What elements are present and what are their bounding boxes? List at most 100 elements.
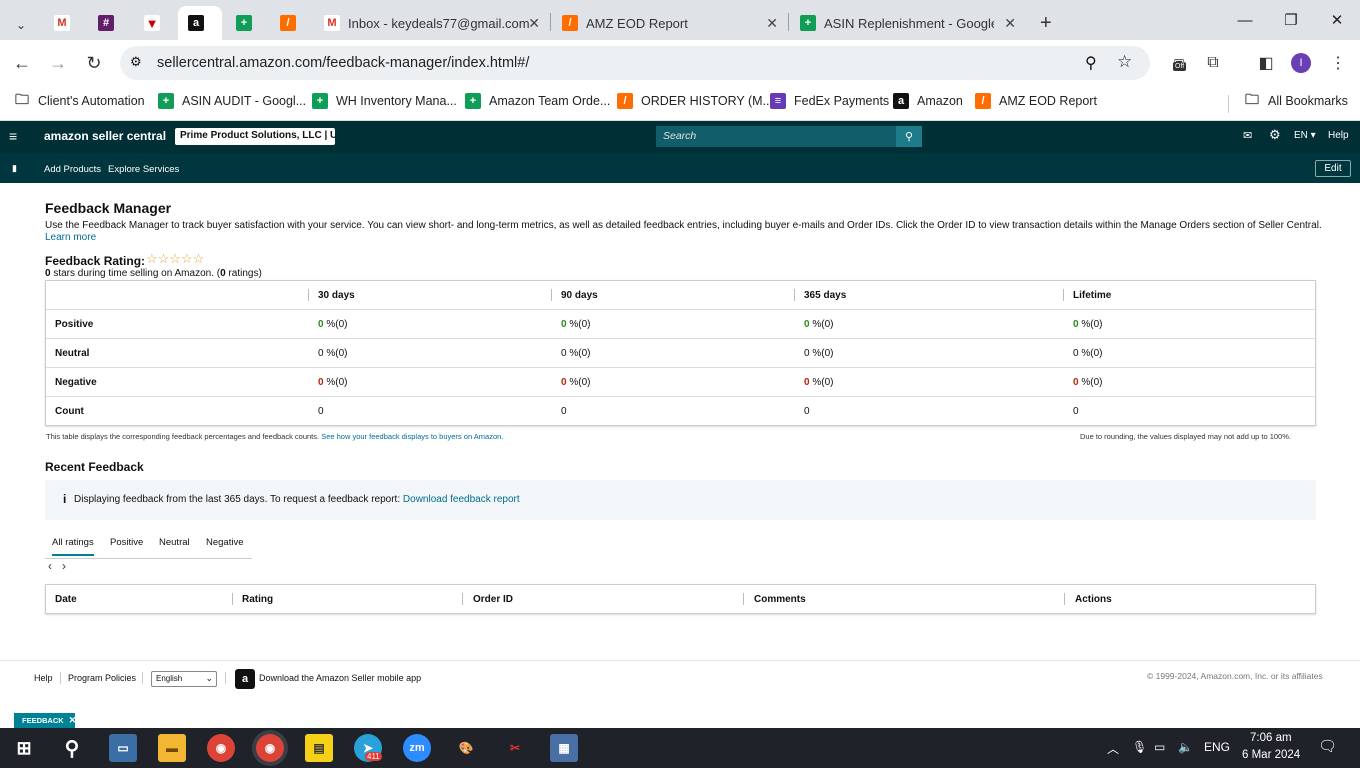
tab-pager: ‹ › — [48, 559, 66, 573]
buyer-display-link[interactable]: See how your feedback displays to buyers… — [321, 432, 503, 441]
bookmark-icon[interactable]: ▮ — [12, 163, 17, 174]
volume-icon[interactable]: 🔈 — [1178, 740, 1193, 754]
info-banner: i Displaying feedback from the last 365 … — [45, 480, 1316, 520]
close-icon[interactable]: ✕ — [69, 715, 77, 726]
table-cell: 0 — [804, 406, 810, 417]
all-bookmarks-button[interactable]: 🗀 All Bookmarks — [1244, 91, 1348, 109]
sticky-notes-icon[interactable]: ▤ — [305, 734, 333, 762]
nav-add-products[interactable]: Add Products — [44, 164, 101, 175]
bookmark-star-icon[interactable]: ☆ — [1117, 52, 1132, 72]
close-window-button[interactable]: ✕ — [1314, 0, 1360, 40]
chrome-icon[interactable]: ◉ — [207, 734, 235, 762]
notifications-icon[interactable]: 🗨 — [1318, 737, 1337, 755]
chevron-up-icon[interactable]: ︿ — [1107, 740, 1119, 757]
bookmark-order-history[interactable]: / ORDER HISTORY (M... — [617, 93, 773, 109]
tab-gmail-pinned[interactable]: M — [44, 6, 84, 40]
zoom-icon[interactable]: ⚲ — [1085, 53, 1097, 73]
seller-central-logo[interactable]: amazon seller central — [44, 129, 166, 143]
feedback-tag-button[interactable]: FEEDBACK ✕ — [14, 713, 77, 728]
site-info-icon[interactable]: ⚙ — [130, 54, 142, 70]
extensions-button[interactable]: ⧉ — [1202, 52, 1224, 74]
mobile-app-link[interactable]: Download the Amazon Seller mobile app — [259, 673, 421, 683]
back-button[interactable]: ← — [8, 49, 36, 77]
store-selector[interactable]: Prime Product Solutions, LLC | U... — [175, 128, 335, 145]
network-icon[interactable]: ▭ — [1154, 740, 1165, 754]
bookmark-fedex-payments[interactable]: ≡ FedEx Payments — [770, 93, 889, 109]
row-label: Negative — [55, 377, 97, 388]
paint-icon[interactable]: 🎨 — [452, 734, 480, 762]
new-tab-button[interactable]: + — [1030, 6, 1058, 40]
tab-amazon-active[interactable]: a — [178, 6, 222, 40]
side-panel-icon: ◧ — [1258, 55, 1274, 72]
learn-more-link[interactable]: Learn more — [45, 232, 96, 243]
zap-icon: / — [280, 15, 296, 31]
tab-search-button[interactable]: ⌄ — [6, 8, 36, 42]
search-input[interactable]: Search — [656, 126, 896, 147]
footer-help-link[interactable]: Help — [34, 673, 53, 683]
clock-date[interactable]: 6 Mar 2024 — [1242, 749, 1300, 761]
tab-app-pinned[interactable]: ▼ — [134, 6, 174, 40]
zoom-app-icon[interactable]: zm — [403, 734, 431, 762]
forward-button[interactable]: → — [44, 49, 72, 77]
nav-explore-services[interactable]: Explore Services — [108, 164, 179, 175]
extension-off-button[interactable]: ▣ Off — [1168, 52, 1190, 74]
tab-slack-pinned[interactable]: # — [88, 6, 128, 40]
address-bar[interactable]: ⚙ sellercentral.amazon.com/feedback-mana… — [120, 46, 1150, 80]
edit-nav-button[interactable]: Edit — [1315, 160, 1351, 177]
tab-amz-eod-report[interactable]: / AMZ EOD Report ✕ — [552, 6, 786, 40]
tab-neutral[interactable]: Neutral — [159, 537, 190, 548]
minimize-button[interactable]: — — [1222, 0, 1268, 40]
chrome-active-icon[interactable]: ◉ — [256, 734, 284, 762]
profile-avatar[interactable]: I — [1291, 53, 1311, 73]
tab-asin-replenishment[interactable]: + ASIN Replenishment - Google S ✕ — [790, 6, 1024, 40]
language-selector[interactable]: EN ▾ — [1294, 130, 1316, 141]
hamburger-menu-icon[interactable]: ≡ — [9, 128, 17, 144]
bookmark-asin-audit[interactable]: + ASIN AUDIT - Googl... — [158, 93, 306, 109]
tab-divider — [550, 13, 551, 31]
bookmark-wh-inventory[interactable]: + WH Inventory Mana... — [312, 93, 457, 109]
footer-language-select[interactable]: English ⌄ — [151, 671, 217, 687]
column-header: 30 days — [318, 290, 355, 301]
main-content: Feedback Manager Use the Feedback Manage… — [0, 183, 1360, 728]
windows-start-icon[interactable]: ⊞ — [10, 734, 38, 762]
file-explorer-icon[interactable]: ▬ — [158, 734, 186, 762]
desktop-app-icon[interactable]: ▭ — [109, 734, 137, 762]
footer-policies-link[interactable]: Program Policies — [68, 673, 136, 683]
tab-all-ratings[interactable]: All ratings — [52, 537, 94, 556]
tab-positive[interactable]: Positive — [110, 537, 143, 548]
close-icon[interactable]: ✕ — [1004, 15, 1016, 32]
clock-time[interactable]: 7:06 am — [1250, 732, 1292, 744]
chevron-right-icon[interactable]: › — [62, 559, 66, 573]
bookmark-amz-eod-report[interactable]: / AMZ EOD Report — [975, 93, 1097, 109]
close-icon[interactable]: ✕ — [528, 15, 540, 32]
chevron-down-icon: ⌄ — [16, 18, 27, 32]
gear-icon[interactable]: ⚙ — [1269, 127, 1281, 143]
input-language[interactable]: ENG — [1204, 740, 1230, 754]
column-header: Comments — [754, 594, 806, 605]
bookmark-amazon[interactable]: a Amazon — [893, 93, 963, 109]
calculator-icon[interactable]: ▦ — [550, 734, 578, 762]
tab-negative[interactable]: Negative — [206, 537, 244, 548]
search-icon[interactable]: ⚲ — [58, 734, 86, 762]
chevron-left-icon[interactable]: ‹ — [48, 559, 52, 573]
mail-icon[interactable]: ✉ — [1243, 129, 1252, 142]
rating-tabs: All ratings Positive Neutral Negative — [45, 533, 252, 559]
snipping-tool-icon[interactable]: ✂ — [501, 734, 529, 762]
bookmark-amazon-team-orders[interactable]: + Amazon Team Orde... — [465, 93, 610, 109]
tab-zap-pinned[interactable]: / — [270, 6, 310, 40]
column-divider — [1063, 289, 1064, 301]
side-panel-button[interactable]: ◧ — [1255, 52, 1277, 74]
search-button[interactable]: ⚲ — [896, 126, 922, 147]
tab-sheets-pinned[interactable]: + — [226, 6, 266, 40]
microphone-icon[interactable]: 🎙 — [1132, 740, 1147, 754]
bookmark-clients-automation[interactable]: 🗀 Client's Automation — [14, 91, 145, 109]
help-link[interactable]: Help — [1328, 130, 1349, 141]
feedback-summary-table: 30 days 90 days 365 days Lifetime Positi… — [45, 280, 1316, 426]
download-report-link[interactable]: Download feedback report — [403, 494, 520, 505]
menu-button[interactable]: ⋮ — [1327, 52, 1349, 74]
restore-button[interactable]: ❐ — [1268, 0, 1314, 40]
close-icon[interactable]: ✕ — [766, 15, 778, 32]
tab-gmail-inbox[interactable]: M Inbox - keydeals77@gmail.com ✕ — [314, 6, 548, 40]
language-label: EN — [1294, 130, 1308, 141]
reload-button[interactable]: ↻ — [80, 49, 108, 77]
